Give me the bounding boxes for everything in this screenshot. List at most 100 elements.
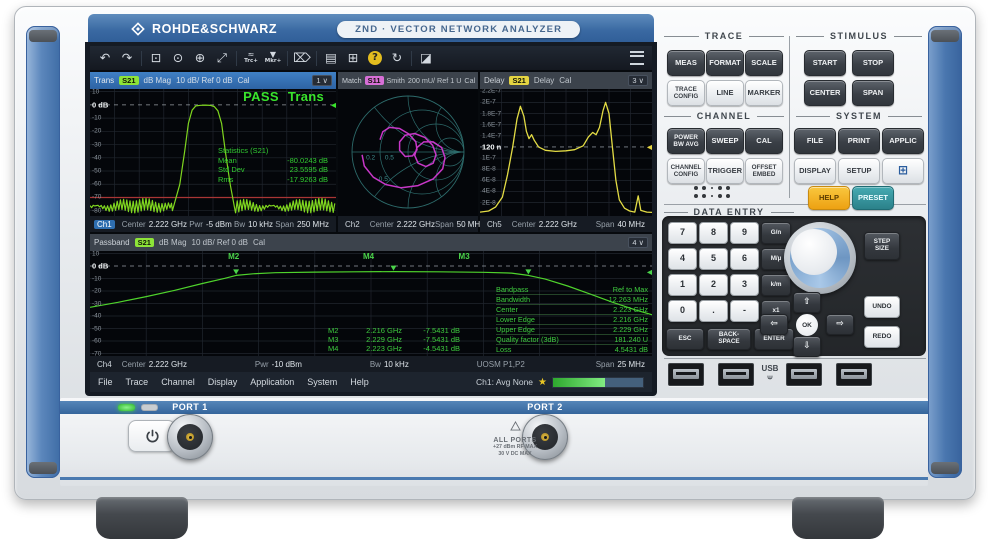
channel-channel-config-button[interactable]: CHANNEL CONFIG — [667, 158, 705, 184]
arrow-right-button[interactable]: ⇨ — [826, 314, 854, 335]
menu-item-file[interactable]: File — [98, 377, 113, 387]
menu-item-system[interactable]: System — [307, 377, 337, 387]
key-back-space[interactable]: BACK- SPACE — [707, 328, 751, 350]
key-4[interactable]: 4 — [668, 248, 697, 270]
channel-trigger-button[interactable]: TRIGGER — [706, 158, 744, 184]
arrow-left-button[interactable]: ⇦ — [760, 314, 788, 335]
system-setup-button[interactable]: SETUP — [838, 158, 880, 184]
diagram-selector[interactable]: 3∨ — [628, 75, 648, 86]
menu-item-display[interactable]: Display — [208, 377, 238, 387]
rotary-knob[interactable] — [784, 222, 856, 294]
diagram-selector[interactable]: 1∨ — [312, 75, 332, 86]
ok-button[interactable]: OK — [795, 313, 819, 337]
trace-scale-button[interactable]: SCALE — [745, 50, 783, 76]
trace-marker-button[interactable]: MARKER — [745, 80, 783, 106]
trace-header-match[interactable]: Match S11 Smith 200 mU/ Ref 1 U Cal 2∨ — [338, 72, 478, 89]
system-display-button[interactable]: DISPLAY — [794, 158, 836, 184]
speaker-grille — [692, 184, 736, 202]
marker-flag-m4[interactable]: M4 — [363, 252, 374, 261]
trace-meas-button[interactable]: MEAS — [667, 50, 705, 76]
usb-port[interactable] — [786, 363, 822, 386]
trace-format-button[interactable]: FORMAT — [706, 50, 744, 76]
tile-windows-icon[interactable]: ⊞ — [342, 48, 364, 68]
trace-header-trans[interactable]: Trans S21 dB Mag 10 dB/ Ref 0 dB Cal 1∨ — [90, 72, 336, 89]
key-2[interactable]: 2 — [699, 274, 728, 296]
key-1[interactable]: 1 — [668, 274, 697, 296]
system-print-button[interactable]: PRINT — [838, 128, 880, 154]
stimulus-stop-button[interactable]: STOP — [852, 50, 894, 76]
arrow-down-button[interactable]: ⇩ — [793, 336, 821, 357]
trace-header-delay[interactable]: Delay S21 Delay Cal 3∨ — [480, 72, 652, 89]
marker-flag-m3[interactable]: M3 — [459, 252, 470, 261]
smith-plot[interactable]: 0.20.5-0.5 — [338, 89, 478, 216]
toolbar-separator — [316, 51, 317, 66]
hamburger-menu-icon[interactable] — [630, 51, 644, 65]
redo-icon[interactable]: ↷ — [116, 48, 138, 68]
trans-plot[interactable]: 100 dB-10-20-30-40-50-60-70-80 PASSTrans… — [90, 89, 336, 216]
diagram-area-match[interactable]: Match S11 Smith 200 mU/ Ref 1 U Cal 2∨ 0… — [338, 72, 478, 232]
diagram-selector[interactable]: 4∨ — [628, 237, 648, 248]
diagram-area-delay[interactable]: Delay S21 Delay Cal 3∨ 2.2E-72E-71.8E-71… — [480, 72, 652, 232]
system-file-button[interactable]: FILE — [794, 128, 836, 154]
key-k-m[interactable]: k/m — [761, 274, 791, 296]
system-preset-button[interactable]: PRESET — [852, 186, 894, 210]
undo-icon[interactable]: ↶ — [94, 48, 116, 68]
zoom-1-1-icon[interactable]: ⊙ — [167, 48, 189, 68]
usb-port[interactable] — [668, 363, 704, 386]
channel-cal-button[interactable]: CAL — [745, 128, 783, 154]
stimulus-span-button[interactable]: SPAN — [852, 80, 894, 106]
trace-trace-config-button[interactable]: TRACE CONFIG — [667, 80, 705, 106]
stimulus-center-button[interactable]: CENTER — [804, 80, 846, 106]
display-color-icon[interactable]: ◪ — [415, 48, 437, 68]
menu-item-help[interactable]: Help — [350, 377, 369, 387]
redo-button[interactable]: REDO — [864, 326, 900, 348]
key-5[interactable]: 5 — [699, 248, 728, 270]
usb-port[interactable] — [836, 363, 872, 386]
windows-key[interactable]: ⊞ — [882, 158, 924, 184]
menu-item-channel[interactable]: Channel — [161, 377, 195, 387]
diagram-area-trans[interactable]: Trans S21 dB Mag 10 dB/ Ref 0 dB Cal 1∨ … — [90, 72, 336, 232]
menu-item-trace[interactable]: Trace — [126, 377, 149, 387]
zoom-reset-icon[interactable]: ⊕ — [189, 48, 211, 68]
add-marker-icon[interactable]: ▼Mkr+ — [262, 48, 284, 68]
diagram-area-passband[interactable]: Passband S21 dB Mag 10 dB/ Ref 0 dB Cal … — [90, 234, 652, 372]
key-9[interactable]: 9 — [730, 222, 759, 244]
key-7[interactable]: 7 — [668, 222, 697, 244]
usb-port[interactable] — [718, 363, 754, 386]
key--[interactable]: - — [730, 300, 759, 322]
passband-plot[interactable]: 100 dB-10-20-30-40-50-60-70 M2M4M3 ◀ M22… — [90, 251, 652, 356]
trace-line-button[interactable]: LINE — [706, 80, 744, 106]
port1-connector[interactable] — [167, 414, 213, 460]
undo-button[interactable]: UNDO — [864, 296, 900, 318]
key--[interactable]: . — [699, 300, 728, 322]
menu-item-application[interactable]: Application — [250, 377, 294, 387]
system-help-button[interactable]: HELP — [808, 186, 850, 210]
zoom-select-icon[interactable]: ⊡ — [145, 48, 167, 68]
print-icon[interactable]: ▤ — [320, 48, 342, 68]
ref-arrow-icon: ◀ — [647, 268, 652, 277]
key-6[interactable]: 6 — [730, 248, 759, 270]
full-span-icon[interactable]: ⤢ — [211, 48, 233, 68]
key-esc[interactable]: ESC — [666, 328, 704, 350]
step-size-button[interactable]: STEP SIZE — [864, 232, 900, 260]
channel-sweep-button[interactable]: SWEEP — [706, 128, 744, 154]
channel-offset-embed-button[interactable]: OFFSET EMBED — [745, 158, 783, 184]
restart-sweep-icon[interactable]: ↻ — [386, 48, 408, 68]
trace-header-passband[interactable]: Passband S21 dB Mag 10 dB/ Ref 0 dB Cal … — [90, 234, 652, 251]
help-icon[interactable]: ? — [364, 48, 386, 68]
channel-power-bw-avg-button[interactable]: POWER BW AVG — [667, 128, 705, 154]
key-g-n[interactable]: G/n — [761, 222, 791, 244]
trace-format: Smith — [387, 76, 405, 85]
arrow-up-button[interactable]: ⇧ — [793, 292, 821, 313]
add-trace-icon[interactable]: ≈Trc+ — [240, 48, 262, 68]
sparam-chip: S21 — [135, 238, 154, 247]
key-0[interactable]: 0 — [668, 300, 697, 322]
marker-flag-m2[interactable]: M2 — [228, 252, 239, 261]
delay-plot[interactable]: 2.2E-72E-71.8E-71.6E-71.4E-7120 n1E-78E-… — [480, 89, 652, 216]
key-3[interactable]: 3 — [730, 274, 759, 296]
favorite-star-icon[interactable]: ★ — [538, 377, 547, 388]
key-8[interactable]: 8 — [699, 222, 728, 244]
system-applic-button[interactable]: APPLIC — [882, 128, 924, 154]
stimulus-start-button[interactable]: START — [804, 50, 846, 76]
delete-trace-icon[interactable]: ⌦ — [291, 48, 313, 68]
